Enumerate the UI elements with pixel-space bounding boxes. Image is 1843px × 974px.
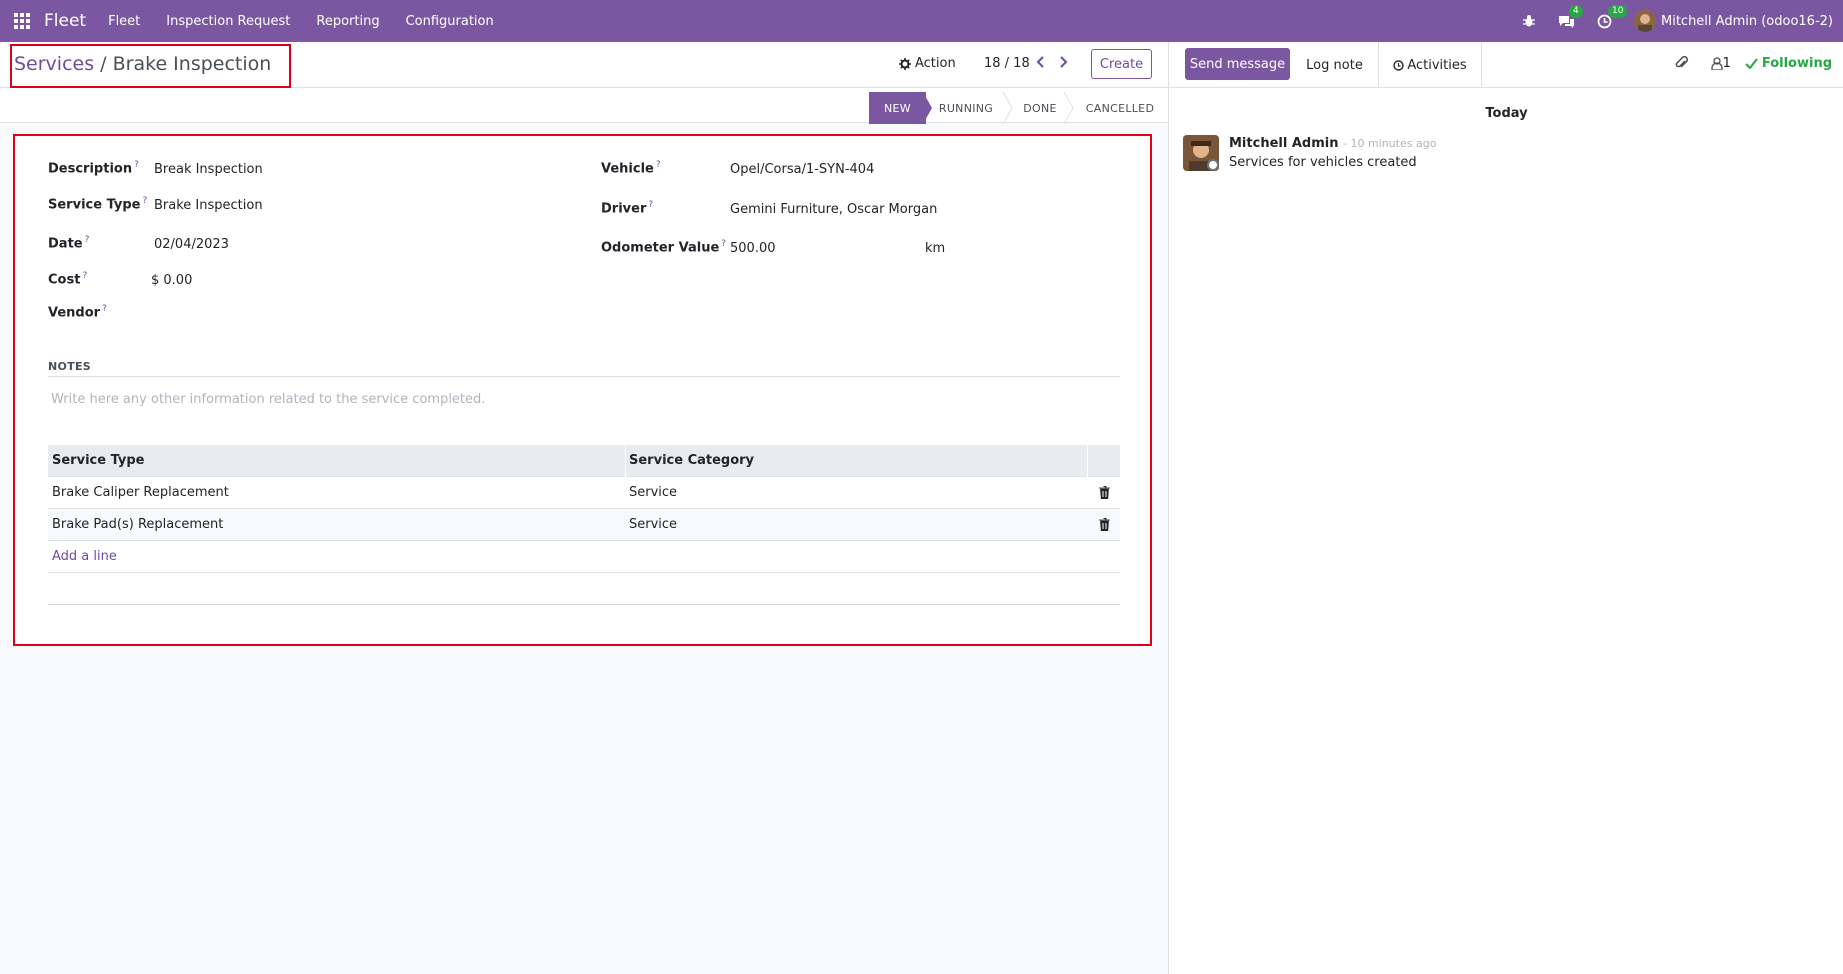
followers-count: 1 xyxy=(1722,56,1731,71)
help-mark: ? xyxy=(102,304,107,314)
paperclip-icon[interactable] xyxy=(1675,56,1689,71)
help-mark: ? xyxy=(134,160,139,170)
help-mark: ? xyxy=(648,200,654,210)
help-mark: ? xyxy=(82,271,88,281)
activities-badge: 10 xyxy=(1608,4,1628,18)
message-time: - 10 minutes ago xyxy=(1342,137,1437,150)
messages-badge: 4 xyxy=(1569,4,1583,18)
chatter-tools: 1 Following xyxy=(1675,56,1832,71)
vendor-label: Vendor? xyxy=(48,304,107,321)
driver-label: Driver? xyxy=(601,200,654,217)
message-author-name[interactable]: Mitchell Admin xyxy=(1229,136,1338,151)
message-author: Mitchell Admin - 10 minutes ago xyxy=(1229,136,1436,151)
table-footer xyxy=(48,573,1120,605)
top-navbar: Fleet Fleet Inspection Request Reporting… xyxy=(0,0,1843,42)
notes-divider xyxy=(48,376,1120,377)
apps-grid-icon[interactable] xyxy=(2,0,42,42)
help-mark: ? xyxy=(142,196,148,206)
service-type-label: Service Type? xyxy=(48,196,148,213)
menu-fleet[interactable]: Fleet xyxy=(108,14,140,29)
column-divider xyxy=(1087,445,1088,477)
cost-label: Cost? xyxy=(48,271,88,288)
highlight-box-breadcrumb xyxy=(10,44,291,88)
odometer-label: Odometer Value? xyxy=(601,239,727,256)
log-note-button[interactable]: Log note xyxy=(1291,42,1378,88)
following-label: Following xyxy=(1761,56,1832,71)
pager-next-button[interactable] xyxy=(1058,55,1068,69)
clock-icon[interactable]: 10 xyxy=(1597,4,1628,29)
vehicle-label: Vehicle? xyxy=(601,160,661,177)
form-view: Services / Brake Inspection Action 18 / … xyxy=(0,42,1168,974)
chat-icon[interactable]: 4 xyxy=(1558,4,1583,29)
message-body: Services for vehicles created xyxy=(1229,155,1417,170)
app-brand[interactable]: Fleet xyxy=(44,11,86,31)
description-field[interactable]: Break Inspection xyxy=(154,162,263,177)
table-row[interactable]: Brake Caliper Replacement Service xyxy=(48,477,1120,509)
form-sheet: Description? Break Inspection Service Ty… xyxy=(13,134,1152,646)
vehicle-field[interactable]: Opel/Corsa/1-SYN-404 xyxy=(730,162,874,177)
trash-icon[interactable] xyxy=(1099,486,1110,499)
action-label: Action xyxy=(915,56,956,71)
date-label: Date? xyxy=(48,235,90,252)
send-message-button[interactable]: Send message xyxy=(1185,48,1290,80)
action-button[interactable]: Action xyxy=(899,56,956,71)
help-mark: ? xyxy=(655,160,661,170)
status-bar: NEW RUNNING DONE CANCELLED xyxy=(0,88,1168,124)
add-line-link[interactable]: Add a line xyxy=(52,549,117,564)
header-service-category[interactable]: Service Category xyxy=(629,453,754,468)
row-service-category[interactable]: Service xyxy=(629,517,677,532)
followers-button[interactable]: 1 xyxy=(1710,56,1731,71)
help-mark: ? xyxy=(721,239,727,249)
clock-icon xyxy=(1393,59,1405,71)
help-mark: ? xyxy=(84,235,90,245)
description-label: Description? xyxy=(48,160,139,177)
gear-icon xyxy=(899,57,911,70)
user-menu[interactable]: Mitchell Admin (odoo16-2) xyxy=(1634,10,1833,32)
menu-inspection-request[interactable]: Inspection Request xyxy=(166,14,290,29)
chatter-panel: Send message Log note Activities 1 Follo… xyxy=(1168,42,1843,974)
control-panel: Services / Brake Inspection Action 18 / … xyxy=(0,42,1168,88)
pager-previous-button[interactable] xyxy=(1036,55,1046,69)
debug-bug-icon[interactable] xyxy=(1522,14,1536,28)
chevron-right-icon xyxy=(1060,56,1068,68)
user-name: Mitchell Admin (odoo16-2) xyxy=(1661,13,1833,29)
activities-button[interactable]: Activities xyxy=(1378,42,1482,88)
cost-field[interactable]: $ 0.00 xyxy=(151,273,192,288)
check-icon xyxy=(1745,58,1758,69)
chatter-topbar: Send message Log note Activities 1 Follo… xyxy=(1169,42,1843,88)
vendor-field[interactable] xyxy=(154,306,454,324)
odometer-unit[interactable]: km xyxy=(925,241,945,256)
presence-dot xyxy=(1207,159,1219,171)
service-lines-table: Service Type Service Category Brake Cali… xyxy=(48,445,1120,605)
notes-field[interactable]: Write here any other information related… xyxy=(51,392,485,407)
column-divider xyxy=(625,445,626,477)
row-service-category[interactable]: Service xyxy=(629,485,677,500)
menu-configuration[interactable]: Configuration xyxy=(406,14,494,29)
notes-title: NOTES xyxy=(48,360,91,373)
row-service-type[interactable]: Brake Caliper Replacement xyxy=(52,485,229,500)
user-icon xyxy=(1710,57,1723,70)
status-new[interactable]: NEW xyxy=(869,92,926,124)
row-service-type[interactable]: Brake Pad(s) Replacement xyxy=(52,517,223,532)
driver-field[interactable]: Gemini Furniture, Oscar Morgan xyxy=(730,202,937,217)
trash-icon[interactable] xyxy=(1099,518,1110,531)
menu-reporting[interactable]: Reporting xyxy=(316,14,379,29)
status-running[interactable]: RUNNING xyxy=(936,92,996,124)
chevron-left-icon xyxy=(1036,56,1044,68)
add-line-row: Add a line xyxy=(48,541,1120,573)
activities-label: Activities xyxy=(1407,57,1467,73)
table-header: Service Type Service Category xyxy=(48,445,1120,477)
odometer-field[interactable]: 500.00 xyxy=(730,241,776,256)
create-button[interactable]: Create xyxy=(1091,49,1152,79)
status-cancelled[interactable]: CANCELLED xyxy=(1082,92,1158,124)
following-button[interactable]: Following xyxy=(1745,56,1832,71)
table-row[interactable]: Brake Pad(s) Replacement Service xyxy=(48,509,1120,541)
date-separator: Today xyxy=(1485,106,1528,121)
service-type-field[interactable]: Brake Inspection xyxy=(154,198,263,213)
status-done[interactable]: DONE xyxy=(1008,92,1072,124)
user-avatar xyxy=(1634,10,1656,32)
header-service-type[interactable]: Service Type xyxy=(52,453,145,468)
pager-value[interactable]: 18 / 18 xyxy=(984,56,1030,71)
date-field[interactable]: 02/04/2023 xyxy=(154,237,229,252)
